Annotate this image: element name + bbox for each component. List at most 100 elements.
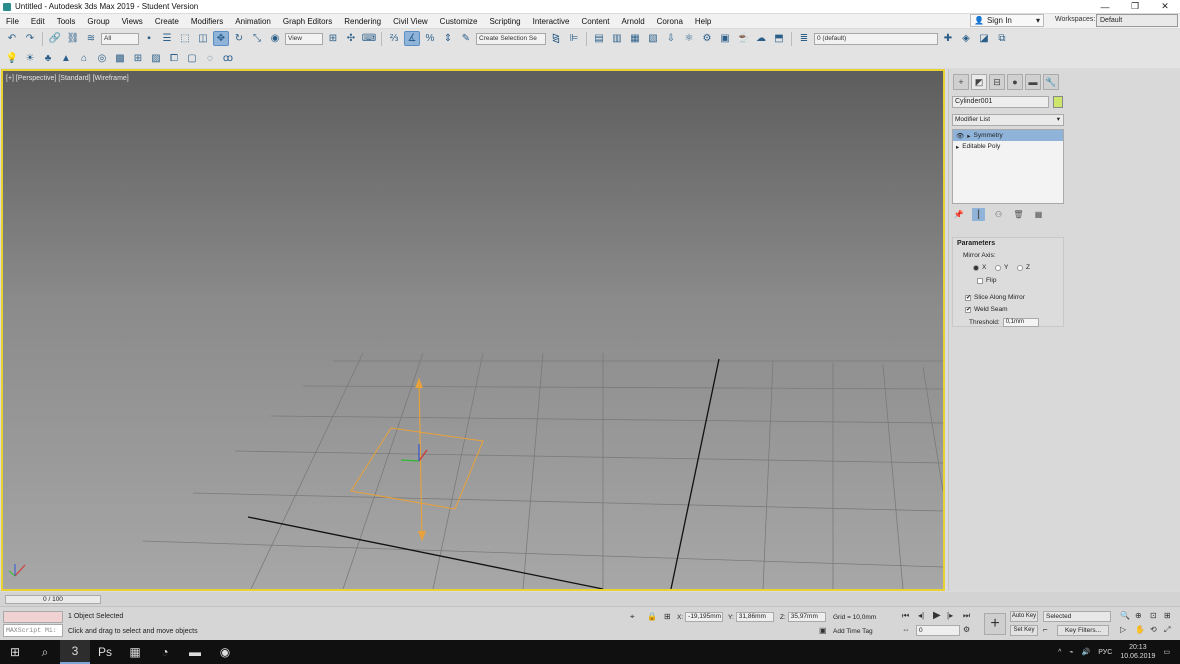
link-icon[interactable]: 🔗 xyxy=(47,31,63,46)
select-by-name-icon[interactable]: ☰ xyxy=(159,31,175,46)
maxscript-mini-listener[interactable]: MAXScript Mi: xyxy=(3,624,63,637)
select-manipulate-icon[interactable]: ✣ xyxy=(343,31,359,46)
light-icon[interactable]: 💡 xyxy=(4,51,20,66)
bind-space-warp-icon[interactable]: ≋ xyxy=(83,31,99,46)
menu-content[interactable]: Content xyxy=(576,17,616,26)
modifier-list-dropdown[interactable]: Modifier List ▾ xyxy=(952,114,1064,126)
menu-customize[interactable]: Customize xyxy=(434,17,484,26)
selection-filter-dropdown[interactable]: All xyxy=(101,32,139,45)
play-icon[interactable]: ▶ xyxy=(933,610,941,621)
menu-tools[interactable]: Tools xyxy=(51,17,82,26)
isolate-selection-icon[interactable]: ⌖ xyxy=(630,612,635,622)
network-icon[interactable]: ⌁ xyxy=(1069,648,1073,656)
taskbar-explorer-icon[interactable]: ▬ xyxy=(180,640,210,664)
eye-icon[interactable]: 👁 xyxy=(956,132,964,140)
menu-group[interactable]: Group xyxy=(81,17,115,26)
bulb-icon[interactable]: ꝏ xyxy=(220,51,236,66)
volume-icon[interactable]: 🔊 xyxy=(1082,648,1091,656)
selection-set-dropdown[interactable]: Selected xyxy=(1043,611,1111,622)
pivot-center-icon[interactable]: ⊞ xyxy=(325,31,341,46)
ribbon-toggle-icon[interactable]: ▦ xyxy=(627,31,643,46)
utilities-tab-icon[interactable]: 🔧 xyxy=(1043,74,1059,90)
go-to-end-icon[interactable]: ⏭ xyxy=(963,611,970,621)
menu-civil-view[interactable]: Civil View xyxy=(387,17,434,26)
select-object-icon[interactable]: ▪ xyxy=(141,31,157,46)
make-unique-icon[interactable]: ⚇ xyxy=(992,208,1005,221)
set-keys-button[interactable]: + xyxy=(984,613,1006,635)
add-time-tag-button[interactable]: Add Time Tag xyxy=(833,628,873,635)
expand-triangle-icon[interactable]: ▸ xyxy=(967,132,970,140)
menu-scripting[interactable]: Scripting xyxy=(483,17,526,26)
undo-icon[interactable]: ↶ xyxy=(4,31,20,46)
menu-modifiers[interactable]: Modifiers xyxy=(185,17,229,26)
zoom-all-icon[interactable]: ⊕ xyxy=(1135,611,1142,620)
time-configuration-icon[interactable]: ⚙ xyxy=(963,625,970,634)
modify-tab-icon[interactable]: ◩ xyxy=(971,74,987,90)
render-setup-icon[interactable]: ⚙ xyxy=(699,31,715,46)
layer-manager-icon[interactable]: ≣ xyxy=(796,31,812,46)
sign-in-button[interactable]: 👤 Sign In ▾ xyxy=(970,14,1044,27)
rect-selection-region-icon[interactable]: ⬚ xyxy=(177,31,193,46)
windows-start-icon[interactable]: ⊞ xyxy=(0,640,30,664)
orbit-icon[interactable]: ⟲ xyxy=(1150,625,1157,634)
edit-named-selection-icon[interactable]: ✎ xyxy=(458,31,474,46)
taskbar-photoshop-icon[interactable]: Ps xyxy=(90,640,120,664)
viewport-label[interactable]: [+] [Perspective] [Standard] [Wireframe] xyxy=(6,75,129,82)
key-mode-icon[interactable]: ⌐ xyxy=(1043,625,1048,634)
stack-item-editable-poly[interactable]: ▸ Editable Poly xyxy=(953,141,1063,152)
go-to-start-icon[interactable]: ⏮ xyxy=(902,611,909,621)
maxscript-listener-output[interactable] xyxy=(3,611,63,623)
unlink-icon[interactable]: ⛓ xyxy=(65,31,81,46)
layer-explorer-icon[interactable]: ▥ xyxy=(609,31,625,46)
slice-along-mirror-checkbox[interactable]: ✔ Slice Along Mirror xyxy=(965,294,1025,301)
taskbar-3dsmax-icon[interactable]: 3 xyxy=(60,640,90,664)
select-and-rotate-icon[interactable]: ↻ xyxy=(231,31,247,46)
fov-icon[interactable]: ▷ xyxy=(1120,625,1126,634)
axis-x-radio[interactable]: X xyxy=(973,264,986,271)
notifications-icon[interactable]: ▭ xyxy=(1163,648,1170,656)
taskbar-whatsapp-icon[interactable]: ◔ xyxy=(150,640,180,664)
expand-triangle-icon[interactable]: ▸ xyxy=(956,143,959,151)
sun-icon[interactable]: ☀ xyxy=(22,51,38,66)
angle-snap-icon[interactable]: ∡ xyxy=(404,31,420,46)
align-icon[interactable]: ⊫ xyxy=(566,31,582,46)
menu-create[interactable]: Create xyxy=(149,17,185,26)
move-gizmo-y-icon[interactable] xyxy=(400,459,420,462)
percent-snap-icon[interactable]: % xyxy=(422,31,438,46)
menu-animation[interactable]: Animation xyxy=(229,17,277,26)
clock[interactable]: 20:13 10.06.2019 xyxy=(1120,643,1155,661)
next-frame-icon[interactable]: |▸ xyxy=(947,611,953,620)
tea-icon[interactable]: ▩ xyxy=(112,51,128,66)
zoom-extents-all-icon[interactable]: ⊞ xyxy=(1164,611,1171,620)
current-frame-field[interactable]: 0 xyxy=(916,625,960,636)
new-layer-icon[interactable]: ✚ xyxy=(940,31,956,46)
menu-edit[interactable]: Edit xyxy=(25,17,51,26)
motion-tab-icon[interactable]: ● xyxy=(1007,74,1023,90)
z-coordinate-field[interactable]: 35,97mm xyxy=(787,612,826,622)
named-selection-dropdown[interactable]: Create Selection Se xyxy=(476,32,546,45)
maximize-viewport-icon[interactable]: ⤢ xyxy=(1164,625,1170,635)
select-and-scale-icon[interactable]: ⤡ xyxy=(249,31,265,46)
key-filters-button[interactable]: Key Filters... xyxy=(1057,625,1109,636)
create-tab-icon[interactable]: + xyxy=(953,74,969,90)
snaps-toggle-icon[interactable]: ⅔ xyxy=(386,31,402,46)
taskbar-calculator-icon[interactable]: ▦ xyxy=(120,640,150,664)
cone-icon[interactable]: ▲ xyxy=(58,51,74,66)
time-slider[interactable]: 0 / 100 xyxy=(5,595,101,604)
search-icon[interactable]: ⌕ xyxy=(30,640,60,664)
menu-graph-editors[interactable]: Graph Editors xyxy=(277,17,338,26)
hierarchy-tab-icon[interactable]: ⊟ xyxy=(989,74,1005,90)
place-icon[interactable]: ◉ xyxy=(267,31,283,46)
absolute-mode-icon[interactable]: ⊞ xyxy=(664,612,671,621)
tray-chevron-icon[interactable]: ^ xyxy=(1058,649,1061,656)
target-icon[interactable]: ◎ xyxy=(94,51,110,66)
workspace-dropdown[interactable]: Default xyxy=(1096,14,1178,27)
weld-seam-checkbox[interactable]: ✔ Weld Seam xyxy=(965,306,1007,313)
select-and-move-icon[interactable]: ✥ xyxy=(213,31,229,46)
zoom-icon[interactable]: 🔍 xyxy=(1120,611,1130,620)
layer-dropdown[interactable]: 0 (default) xyxy=(814,32,938,45)
menu-views[interactable]: Views xyxy=(116,17,149,26)
y-coordinate-field[interactable]: 31,86mm xyxy=(735,612,774,622)
auto-key-button[interactable]: Auto Key xyxy=(1010,611,1038,622)
selected-object-bbox[interactable] xyxy=(350,427,484,510)
